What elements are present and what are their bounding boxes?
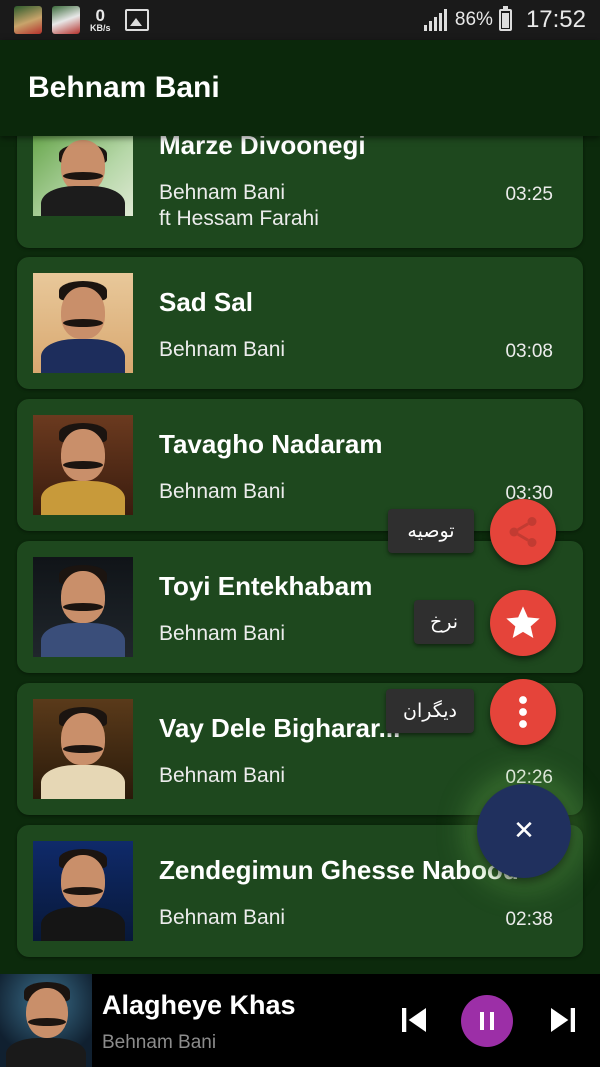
share-icon: [509, 517, 537, 547]
song-artist: Behnam Bani: [159, 480, 286, 503]
network-speed-value: 0: [95, 6, 105, 25]
share-fab[interactable]: [490, 499, 556, 565]
previous-button[interactable]: [394, 1000, 434, 1040]
now-playing-cover: [0, 974, 92, 1067]
album-art: [33, 415, 133, 515]
song-title: Tavagho Nadaram: [159, 429, 383, 459]
song-duration: 03:08: [505, 341, 553, 362]
battery-icon: [498, 6, 512, 31]
speed-dial-close-button[interactable]: ✕: [477, 784, 571, 878]
status-right: 86% 17:52: [423, 6, 586, 34]
clock: 17:52: [525, 6, 586, 33]
album-art: [33, 841, 133, 941]
song-artist: Behnam Bani: [159, 622, 286, 645]
song-artist-featuring: ft Hessam Farahi: [159, 207, 319, 230]
song-title: Zendegimun Ghesse Nabood: [159, 855, 519, 885]
rate-fab[interactable]: [490, 590, 556, 656]
gallery-icon: [124, 9, 149, 31]
notification-app-icon: [52, 6, 80, 34]
song-title: Marze Divoonegi: [159, 136, 366, 160]
song-artist: Behnam Bani: [159, 906, 286, 929]
pause-button[interactable]: [461, 995, 513, 1047]
album-art: [33, 136, 133, 216]
song-artist: Behnam Bani: [159, 338, 286, 361]
song-title: Toyi Entekhabam: [159, 571, 373, 601]
song-artist-name: Behnam Bani: [159, 181, 286, 204]
rate-fab-label[interactable]: نرخ: [414, 600, 474, 644]
album-art: [33, 557, 133, 657]
song-artist: Behnam Bani: [159, 764, 286, 787]
close-icon: ✕: [513, 816, 535, 846]
album-art: [33, 699, 133, 799]
next-button[interactable]: [543, 1000, 583, 1040]
song-duration: 03:25: [505, 184, 553, 205]
status-bar: 0 KB/s 86% 17:52: [0, 0, 600, 40]
song-title: Vay Dele Bigharar...: [159, 713, 401, 743]
battery-percent: 86%: [454, 9, 493, 30]
more-fab-label[interactable]: دیگران: [386, 689, 474, 733]
app-bar: Behnam Bani: [0, 40, 600, 136]
now-playing-artist: Behnam Bani: [102, 1032, 217, 1053]
song-card[interactable]: Sad Sal Behnam Bani 03:08: [17, 257, 583, 389]
song-card[interactable]: Marze Divoonegi Behnam Bani ft Hessam Fa…: [17, 136, 583, 248]
song-artist: Behnam Bani ft Hessam Farahi: [159, 180, 319, 232]
page-title: Behnam Bani: [28, 71, 220, 104]
skip-next-icon: [551, 1008, 575, 1032]
song-title: Sad Sal: [159, 287, 253, 317]
skip-previous-icon: [402, 1008, 426, 1032]
now-playing-title: Alagheye Khas: [102, 990, 296, 1020]
more-vertical-icon: [519, 696, 527, 728]
network-speed: 0 KB/s: [90, 7, 111, 33]
song-duration: 02:38: [505, 909, 553, 930]
more-fab[interactable]: [490, 679, 556, 745]
signal-icon: [423, 9, 447, 31]
notification-app-icon: [14, 6, 42, 34]
star-icon: [506, 606, 540, 638]
share-fab-label[interactable]: توصیه: [388, 509, 474, 553]
network-speed-unit: KB/s: [90, 23, 111, 33]
album-art: [33, 273, 133, 373]
pause-icon: [480, 1012, 494, 1030]
mini-player[interactable]: Alagheye Khas Behnam Bani: [0, 974, 600, 1067]
